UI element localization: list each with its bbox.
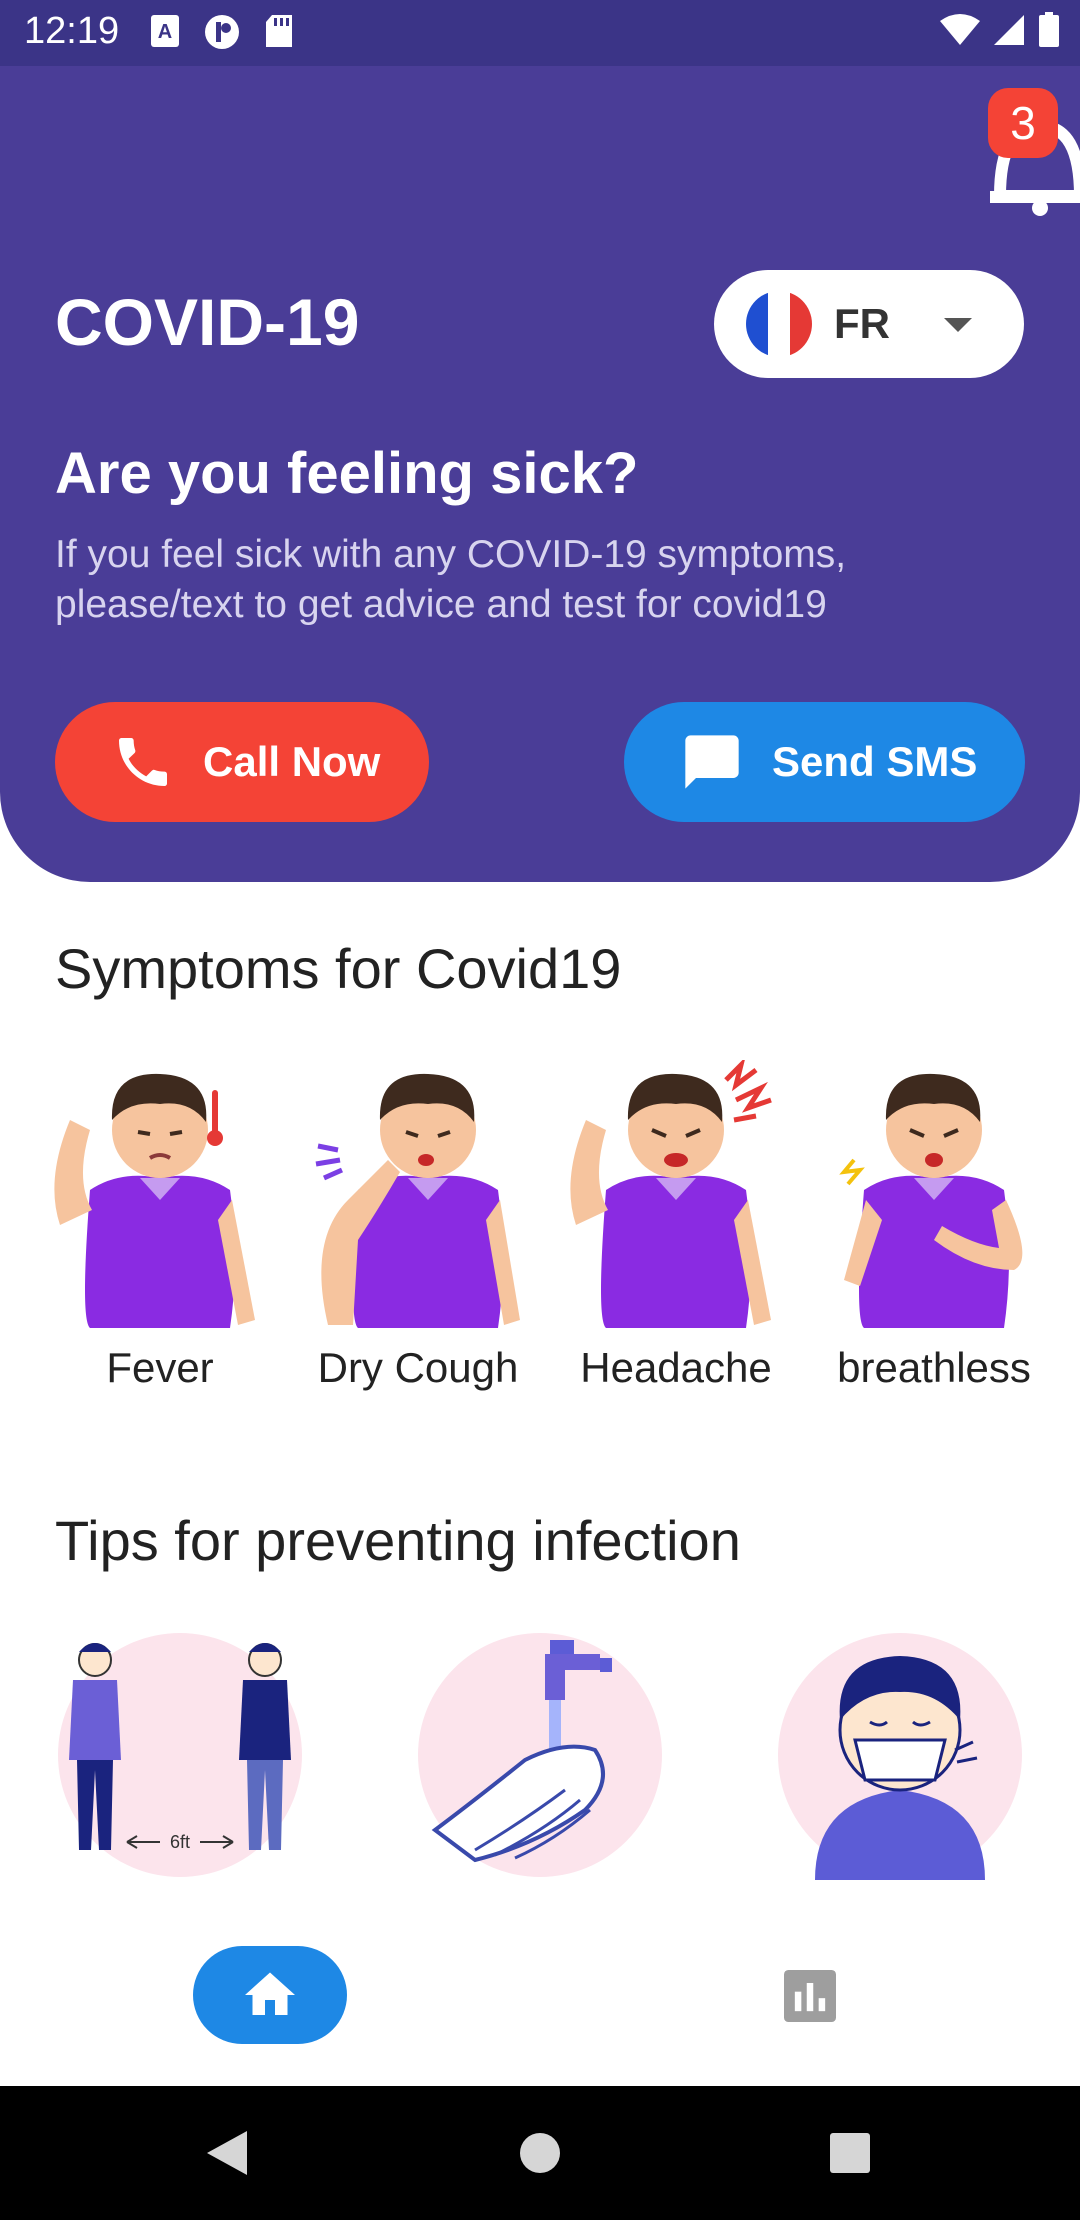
symptoms-list: Fever Dry Cough Headache breathless: [40, 1060, 1040, 1400]
headache-illustration: [570, 1060, 772, 1328]
symptom-label: breathless: [837, 1344, 1031, 1391]
symptom-label: Headache: [580, 1344, 772, 1391]
symptom-breathless[interactable]: breathless: [814, 1060, 1054, 1391]
fever-illustration: [54, 1073, 255, 1328]
notification-badge: 3: [988, 88, 1058, 158]
tips-title: Tips for preventing infection: [55, 1509, 741, 1572]
phone-icon: [119, 738, 167, 786]
svg-text:A: A: [158, 21, 172, 43]
bar-chart-icon[interactable]: [784, 1970, 836, 2022]
symptoms-title: Symptoms for Covid19: [55, 937, 622, 1000]
sick-question: Are you feeling sick?: [55, 441, 639, 506]
symptom-fever[interactable]: Fever: [40, 1060, 280, 1391]
breathless-illustration: [839, 1073, 1023, 1328]
advice-text: If you feel sick with any COVID-19 sympt…: [55, 533, 847, 626]
signal-icon: [994, 15, 1024, 45]
send-sms-label: Send SMS: [772, 738, 978, 785]
p-badge-icon: [205, 15, 239, 49]
france-flag-icon: [746, 291, 812, 357]
dry-cough-illustration: [315, 1073, 520, 1328]
battery-icon: [1039, 12, 1059, 47]
status-time: 12:19: [24, 10, 120, 52]
social-distance-illustration: 6ft: [58, 1633, 302, 1877]
symptom-label: Dry Cough: [317, 1344, 519, 1391]
home-icon: [245, 1972, 295, 2015]
distance-label: 6ft: [170, 1832, 190, 1852]
nav-home-button[interactable]: [193, 1946, 347, 2044]
tip-face-mask[interactable]: [775, 1630, 1025, 1880]
tip-social-distance[interactable]: 6ft: [55, 1630, 305, 1880]
language-select[interactable]: FR: [714, 270, 1024, 378]
symptom-dry-cough[interactable]: Dry Cough: [298, 1060, 538, 1391]
send-sms-button[interactable]: Send SMS: [624, 702, 1025, 822]
app-title: COVID-19: [55, 285, 360, 359]
sd-card-icon: [266, 15, 292, 47]
wifi-icon: [940, 14, 980, 45]
language-code: FR: [834, 300, 890, 347]
status-icons-left: A: [150, 14, 294, 50]
tip-hand-washing[interactable]: [415, 1630, 665, 1880]
symptom-label: Fever: [106, 1344, 214, 1391]
home-circle-icon[interactable]: [519, 2132, 561, 2174]
face-mask-illustration: [778, 1633, 1022, 1880]
back-icon[interactable]: [205, 2129, 249, 2177]
bottom-navigation: [0, 1920, 1080, 2086]
symptom-headache[interactable]: Headache: [556, 1060, 796, 1391]
status-icons-right: [940, 12, 1060, 48]
tips-list: 6ft: [0, 1630, 1080, 1890]
call-now-label: Call Now: [203, 738, 381, 785]
call-now-button[interactable]: Call Now: [55, 702, 429, 822]
a-text-icon: A: [151, 15, 179, 47]
caret-down-icon: [944, 318, 972, 332]
hand-washing-illustration: [418, 1633, 662, 1877]
status-bar: 12:19 A: [0, 0, 1080, 66]
system-navigation-bar: [0, 2086, 1080, 2220]
message-icon: [685, 735, 739, 789]
recents-icon[interactable]: [829, 2132, 871, 2174]
